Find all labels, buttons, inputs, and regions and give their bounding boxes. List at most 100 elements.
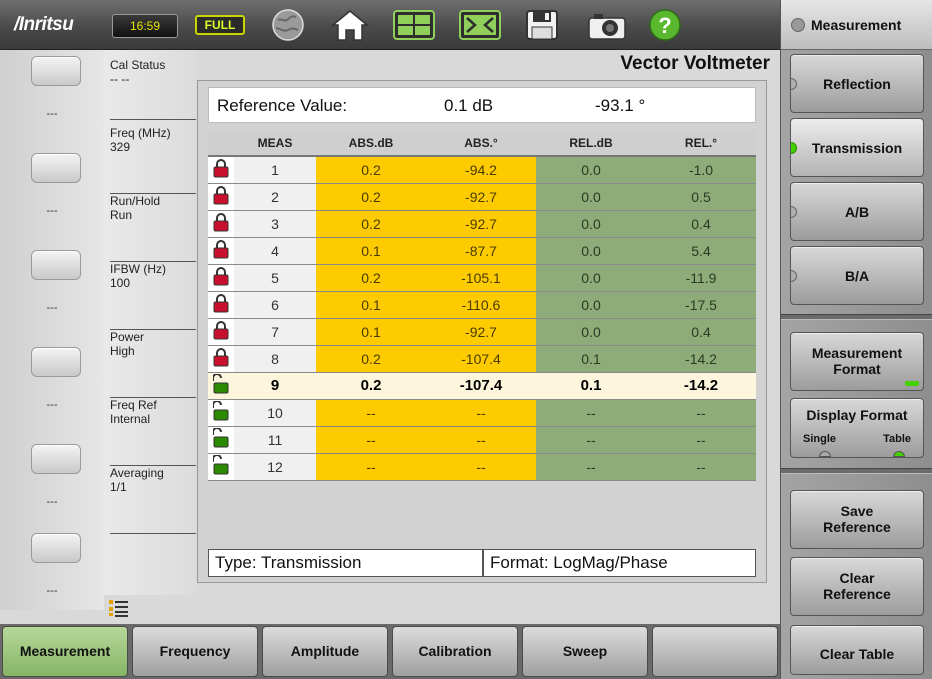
globe-icon[interactable]	[270, 8, 306, 42]
button-label: Save Reference	[823, 503, 891, 535]
submenu-indicator-icon	[905, 381, 919, 386]
lock-closed-icon[interactable]	[208, 237, 234, 265]
status-freq: Freq (MHz) 329	[110, 126, 196, 194]
left-key-button[interactable]	[31, 56, 81, 86]
home-icon[interactable]	[330, 8, 370, 42]
cell-rel-deg: 0.5	[646, 183, 756, 211]
cell-rel-db: --	[536, 426, 646, 454]
lock-closed-icon[interactable]	[208, 345, 234, 373]
transmission-button[interactable]: Transmission	[790, 118, 924, 177]
tab-frequency[interactable]: Frequency	[132, 626, 258, 677]
table-row[interactable]: 12 -- -- -- --	[208, 453, 756, 481]
cell-rel-deg: -1.0	[646, 156, 756, 184]
menu-collapse-icon[interactable]	[791, 18, 805, 32]
col-lock	[208, 130, 234, 157]
left-key-button[interactable]	[31, 444, 81, 474]
left-key-button[interactable]	[31, 153, 81, 183]
left-key-3[interactable]: ---	[0, 244, 104, 341]
left-key-4[interactable]: ---	[0, 341, 104, 438]
right-menu: Measurement Reflection Transmission A/B …	[780, 0, 932, 679]
cell-abs-deg: -92.7	[426, 183, 536, 211]
cell-abs-deg: --	[426, 453, 536, 481]
left-key-button[interactable]	[31, 347, 81, 377]
event-list-icon[interactable]	[108, 598, 130, 618]
col-meas: MEAS	[234, 130, 316, 157]
left-key-button[interactable]	[31, 533, 81, 563]
table-row[interactable]: 3 0.2 -92.7 0.0 0.4	[208, 210, 756, 238]
lock-open-icon[interactable]	[208, 372, 234, 400]
left-key-1[interactable]: ---	[0, 50, 104, 147]
lock-open-icon[interactable]	[208, 426, 234, 454]
cell-meas: 4	[234, 237, 316, 265]
status-freq-ref: Freq Ref Internal	[110, 398, 196, 466]
fullscreen-icon[interactable]	[458, 8, 502, 42]
cell-abs-db: 0.1	[316, 291, 426, 319]
display-format-toggle[interactable]: Display Format Single Table	[790, 398, 924, 458]
table-row[interactable]: 7 0.1 -92.7 0.0 0.4	[208, 318, 756, 346]
lock-closed-icon[interactable]	[208, 264, 234, 292]
clear-reference-button[interactable]: Clear Reference	[790, 557, 924, 616]
cell-rel-deg: --	[646, 453, 756, 481]
left-key-button[interactable]	[31, 250, 81, 280]
left-key-5[interactable]: ---	[0, 438, 104, 535]
a-over-b-button[interactable]: A/B	[790, 182, 924, 241]
measurement-format-button[interactable]: Measurement Format	[790, 332, 924, 391]
table-row[interactable]: 8 0.2 -107.4 0.1 -14.2	[208, 345, 756, 373]
cell-rel-deg: --	[646, 426, 756, 454]
lock-closed-icon[interactable]	[208, 183, 234, 211]
save-reference-button[interactable]: Save Reference	[790, 490, 924, 549]
cell-abs-db: 0.2	[316, 372, 426, 400]
table-row[interactable]: 11 -- -- -- --	[208, 426, 756, 454]
lock-open-icon[interactable]	[208, 399, 234, 427]
button-label: Clear Table	[819, 646, 895, 662]
left-key-value: ---	[46, 399, 58, 411]
table-row[interactable]: 9 0.2 -107.4 0.1 -14.2	[208, 372, 756, 400]
table-row[interactable]: 1 0.2 -94.2 0.0 -1.0	[208, 156, 756, 184]
lock-closed-icon[interactable]	[208, 210, 234, 238]
cell-rel-deg: 0.4	[646, 318, 756, 346]
lock-closed-icon[interactable]	[208, 291, 234, 319]
tab-sweep[interactable]: Sweep	[522, 626, 648, 677]
table-row[interactable]: 5 0.2 -105.1 0.0 -11.9	[208, 264, 756, 292]
button-label: Display Format	[806, 407, 908, 423]
cell-abs-db: 0.2	[316, 210, 426, 238]
clear-table-button[interactable]: Clear Table	[790, 625, 924, 675]
table-row[interactable]: 4 0.1 -87.7 0.0 5.4	[208, 237, 756, 265]
cell-meas: 3	[234, 210, 316, 238]
left-key-6[interactable]: ---	[0, 527, 104, 624]
tab-calibration[interactable]: Calibration	[392, 626, 518, 677]
lock-closed-icon[interactable]	[208, 318, 234, 346]
reflection-button[interactable]: Reflection	[790, 54, 924, 113]
camera-icon[interactable]	[586, 8, 628, 42]
left-key-value: ---	[46, 205, 58, 217]
b-over-a-button[interactable]: B/A	[790, 246, 924, 305]
table-row[interactable]: 2 0.2 -92.7 0.0 0.5	[208, 183, 756, 211]
tab-measurement[interactable]: Measurement	[2, 626, 128, 677]
format-label: Format: LogMag/Phase	[483, 549, 756, 577]
help-icon[interactable]: ?	[647, 8, 683, 42]
lock-closed-icon[interactable]	[208, 156, 234, 184]
col-rel-db: REL.dB	[536, 130, 646, 157]
left-key-2[interactable]: ---	[0, 147, 104, 244]
top-toolbar: /Inritsu 16:59 FULL ?	[0, 0, 780, 50]
left-key-value: ---	[46, 496, 58, 508]
cell-abs-db: --	[316, 399, 426, 427]
cell-rel-deg: -17.5	[646, 291, 756, 319]
tab-amplitude[interactable]: Amplitude	[262, 626, 388, 677]
cell-abs-db: 0.1	[316, 318, 426, 346]
status-label: Run/Hold	[110, 194, 161, 208]
status-value: Internal	[110, 412, 151, 426]
tab-empty[interactable]	[652, 626, 778, 677]
button-label: Reflection	[823, 76, 891, 92]
save-icon[interactable]	[524, 8, 560, 42]
status-run-hold: Run/Hold Run	[110, 194, 196, 262]
col-abs-db: ABS.dB	[316, 130, 426, 157]
split-screen-icon[interactable]	[392, 8, 436, 42]
menu-divider	[781, 314, 932, 320]
cell-meas: 6	[234, 291, 316, 319]
status-ifbw: IFBW (Hz) 100	[110, 262, 196, 330]
lock-open-icon[interactable]	[208, 453, 234, 481]
table-row[interactable]: 10 -- -- -- --	[208, 399, 756, 427]
status-value: -- --	[110, 72, 130, 86]
table-row[interactable]: 6 0.1 -110.6 0.0 -17.5	[208, 291, 756, 319]
